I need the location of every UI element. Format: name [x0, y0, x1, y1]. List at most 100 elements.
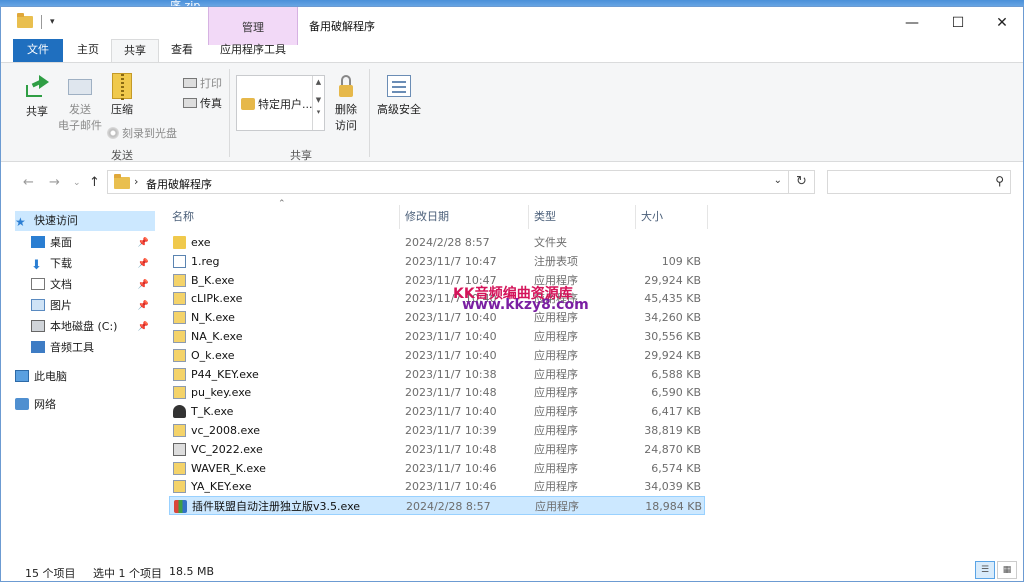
- nav-desktop[interactable]: 桌面 📌: [31, 233, 155, 253]
- file-row[interactable]: exe 2024/2/28 8:57 文件夹: [169, 233, 705, 252]
- nav-quick-access[interactable]: ★ 快速访问: [15, 211, 155, 231]
- share-with-gallery[interactable]: 特定用户... ▲ ▼ ▾: [236, 75, 325, 131]
- nav-label: 下载: [50, 257, 72, 270]
- column-header-size[interactable]: 大小: [641, 207, 663, 229]
- remove-access-line2: 访问: [335, 119, 357, 132]
- nav-label: 本地磁盘 (C:): [50, 320, 118, 333]
- forward-icon[interactable]: →: [49, 175, 60, 190]
- specific-users-item[interactable]: 特定用户...: [241, 96, 313, 112]
- file-row[interactable]: YA_KEY.exe 2023/11/7 10:46 应用程序 34,039 KB: [169, 477, 705, 496]
- nav-label: 桌面: [50, 236, 72, 249]
- address-row: ← → ⌄ ↑ › 备用破解程序 ⌄ ↻ ⚲: [1, 165, 1023, 199]
- back-icon[interactable]: ←: [23, 175, 34, 190]
- pin-icon[interactable]: 📌: [138, 317, 149, 337]
- column-header-date[interactable]: 修改日期: [405, 207, 449, 229]
- column-header-type[interactable]: 类型: [534, 207, 556, 229]
- details-view-button[interactable]: ☰: [975, 561, 995, 579]
- send-group-label: 发送: [111, 149, 133, 162]
- tab-share[interactable]: 共享: [111, 39, 159, 63]
- file-row[interactable]: pu_key.exe 2023/11/7 10:48 应用程序 6,590 KB: [169, 383, 705, 402]
- fax-icon: [183, 98, 197, 108]
- column-header-name[interactable]: 名称: [172, 207, 194, 229]
- folder-icon[interactable]: [17, 13, 33, 28]
- email-button[interactable]: 发送 电子邮件: [57, 75, 103, 133]
- quick-access-toolbar: ▾: [17, 13, 55, 29]
- nav-pictures[interactable]: 图片 📌: [31, 296, 155, 316]
- nav-audio-tools[interactable]: 音频工具: [31, 338, 155, 358]
- nav-downloads[interactable]: ⬇ 下载 📌: [31, 254, 155, 274]
- nav-documents[interactable]: 文档 📌: [31, 275, 155, 295]
- burn-disc-button[interactable]: 刻录到光盘: [107, 125, 177, 141]
- file-date: 2023/11/7 10:47: [405, 254, 497, 268]
- file-row[interactable]: VC_2022.exe 2023/11/7 10:48 应用程序 24,870 KB: [169, 440, 705, 459]
- file-row[interactable]: O_k.exe 2023/11/7 10:40 应用程序 29,924 KB: [169, 346, 705, 365]
- exe-icon: [173, 480, 186, 494]
- divider[interactable]: [635, 205, 636, 229]
- file-name: pu_key.exe: [191, 386, 252, 400]
- star-icon: ★: [15, 215, 26, 229]
- file-name: YA_KEY.exe: [191, 480, 252, 494]
- file-name: P44_KEY.exe: [191, 367, 259, 381]
- recent-locations-icon[interactable]: ⌄: [73, 178, 81, 188]
- nav-label: 此电脑: [34, 370, 67, 383]
- divider[interactable]: [707, 205, 708, 229]
- maximize-button[interactable]: ☐: [935, 13, 981, 35]
- file-row[interactable]: 插件联盟自动注册独立版v3.5.exe 2024/2/28 8:57 应用程序 18,…: [169, 496, 705, 516]
- breadcrumb[interactable]: 备用破解程序: [146, 176, 212, 192]
- file-size: 6,417 KB: [651, 405, 701, 419]
- zip-button[interactable]: 压缩: [107, 73, 137, 117]
- file-date: 2024/2/28 8:57: [406, 500, 491, 514]
- tab-view[interactable]: 查看: [159, 39, 205, 63]
- file-row[interactable]: P44_KEY.exe 2023/11/7 10:38 应用程序 6,588 KB: [169, 365, 705, 384]
- divider: [369, 69, 370, 157]
- exe-icon: [173, 386, 186, 400]
- large-icons-view-button[interactable]: ▦: [997, 561, 1017, 579]
- fax-button[interactable]: 传真: [183, 95, 222, 111]
- print-button[interactable]: 打印: [183, 75, 222, 91]
- nav-this-pc[interactable]: 此电脑: [15, 367, 155, 387]
- tab-home[interactable]: 主页: [65, 39, 111, 63]
- divider[interactable]: [528, 205, 529, 229]
- file-row[interactable]: T_K.exe 2023/11/7 10:40 应用程序 6,417 KB: [169, 402, 705, 421]
- tab-file[interactable]: 文件: [13, 39, 63, 63]
- chevron-down-icon[interactable]: ⌄: [774, 175, 782, 186]
- tab-application-tools[interactable]: 应用程序工具: [208, 39, 298, 63]
- file-size: 109 KB: [661, 254, 701, 268]
- remove-access-button[interactable]: 删除 访问: [331, 75, 361, 133]
- pin-icon[interactable]: 📌: [138, 233, 149, 253]
- close-button[interactable]: ✕: [979, 13, 1024, 35]
- pin-icon[interactable]: 📌: [138, 254, 149, 274]
- title-bar: ▾ 管理 备用破解程序 — ☐ ✕: [1, 7, 1024, 45]
- selection-size: 18.5 MB: [169, 565, 215, 578]
- gallery-scrollbar[interactable]: ▲ ▼ ▾: [312, 76, 324, 130]
- file-row[interactable]: cLIPk.exe 2023/11/7 10:40 应用程序 45,435 KB: [169, 289, 705, 308]
- nav-local-disk[interactable]: 本地磁盘 (C:) 📌: [31, 317, 155, 337]
- file-name: cLIPk.exe: [191, 292, 243, 306]
- file-row[interactable]: vc_2008.exe 2023/11/7 10:39 应用程序 38,819 KB: [169, 421, 705, 440]
- file-row[interactable]: B_K.exe 2023/11/7 10:47 应用程序 29,924 KB: [169, 271, 705, 290]
- exe-icon: [173, 273, 186, 287]
- file-row[interactable]: 1.reg 2023/11/7 10:47 注册表项 109 KB: [169, 252, 705, 271]
- minimize-button[interactable]: —: [889, 13, 935, 35]
- search-input[interactable]: ⚲: [827, 170, 1011, 194]
- file-date: 2023/11/7 10:48: [405, 442, 497, 456]
- file-row[interactable]: WAVER_K.exe 2023/11/7 10:46 应用程序 6,574 KB: [169, 459, 705, 478]
- navigation-pane: ★ 快速访问 桌面 📌 ⬇ 下载 📌 文档 📌 图片 📌 本地磁盘 (C:) 📌 音频工具 此…: [1, 207, 159, 547]
- pin-icon[interactable]: 📌: [138, 296, 149, 316]
- up-icon[interactable]: ↑: [89, 175, 100, 190]
- advanced-security-button[interactable]: 高级安全: [375, 75, 423, 117]
- file-date: 2023/11/7 10:40: [405, 330, 497, 343]
- pin-icon[interactable]: 📌: [138, 275, 149, 295]
- breadcrumb-separator-icon[interactable]: ›: [134, 175, 138, 188]
- refresh-button[interactable]: ↻: [789, 170, 815, 194]
- file-row[interactable]: NA_K.exe 2023/11/7 10:40 应用程序 30,556 KB: [169, 327, 705, 346]
- nav-network[interactable]: 网络: [15, 395, 155, 415]
- email-label-line1: 发送: [69, 103, 91, 116]
- divider[interactable]: [399, 205, 400, 229]
- customize-quick-access-icon[interactable]: ▾: [50, 17, 55, 27]
- file-row[interactable]: N_K.exe 2023/11/7 10:40 应用程序 34,260 KB: [169, 308, 705, 327]
- sort-ascending-icon: ⌃: [278, 199, 286, 209]
- share-button[interactable]: 共享: [21, 75, 53, 119]
- address-bar[interactable]: › 备用破解程序 ⌄: [107, 170, 789, 194]
- file-name: NA_K.exe: [191, 330, 243, 343]
